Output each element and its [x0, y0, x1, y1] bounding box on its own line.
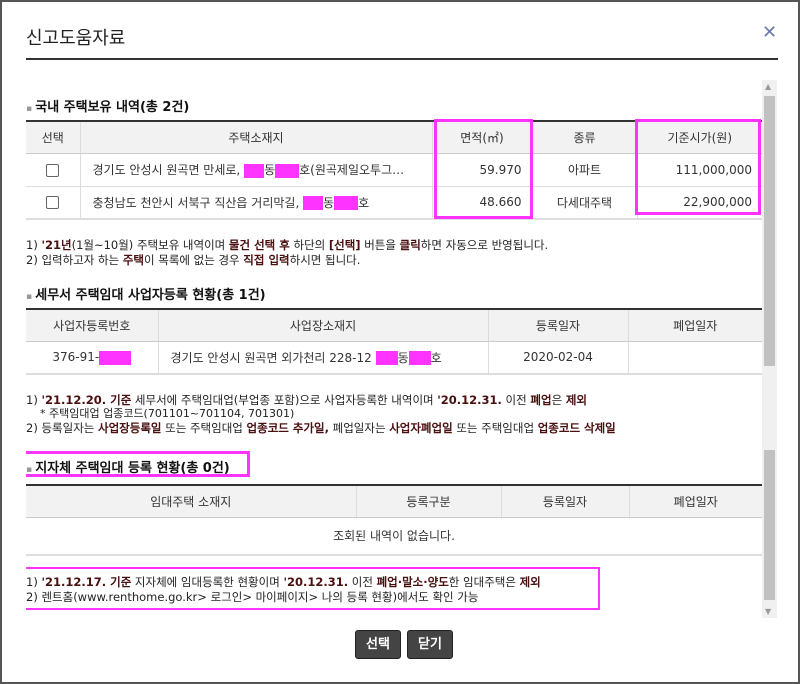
- col-header: 등록일자: [487, 309, 628, 342]
- col-header: 종류: [531, 121, 637, 154]
- address-text: 경기도 안성시 원곡면 만세로,: [92, 163, 241, 177]
- address-text: 경기도 안성시 원곡면 외가천리 228-12: [170, 350, 372, 365]
- redacted: [408, 351, 431, 366]
- table-row: 376-91- 경기도 안성시 원곡면 외가천리 228-12 동 호 2020-…: [26, 341, 762, 375]
- redacted: [244, 163, 265, 178]
- note-code: * 주택임대업 업종코드(701101~701104, 701301): [26, 407, 295, 420]
- section-heading-tax-office: 세무서 주택임대 사업자등록 현황(총 1건): [26, 284, 265, 303]
- note-1: 1) '21년(1월~10월) 주택보유 내역이며 물건 선택 후 하단의 [선…: [26, 238, 549, 252]
- closure-date: [627, 341, 762, 375]
- redacted: [334, 196, 359, 211]
- col-header: 폐업일자: [628, 485, 762, 518]
- col-header: 선택: [26, 121, 80, 154]
- row-checkbox[interactable]: [46, 196, 60, 210]
- col-header: 등록일자: [500, 485, 629, 518]
- col-header: 등록구분: [355, 485, 501, 518]
- dialog: 신고도움자료 ✕ 국내 주택보유 내역(총 2건) 선택 주택소재지 면적(㎡)…: [0, 0, 800, 684]
- highlight-area-column: [434, 119, 533, 219]
- business-registration-table: 사업자등록번호 사업장소재지 등록일자 폐업일자 376-91- 경기도 안성시…: [26, 308, 762, 375]
- dialog-title: 신고도움자료: [26, 28, 126, 49]
- note-2: 2) 입력하고자 하는 주택이 목록에 없는 경우 직접 입력하시면 됩니다.: [26, 253, 361, 267]
- note-1: 1) '21.12.17. 기준 지자체에 임대등록한 현황이며 '20.12.…: [26, 575, 541, 589]
- scrollbar-thumb[interactable]: [764, 96, 775, 366]
- address-text: 동: [397, 350, 409, 365]
- highlight-section-heading: [26, 451, 250, 477]
- select-button[interactable]: 선택: [355, 630, 401, 659]
- col-header: 폐업일자: [627, 309, 762, 342]
- address-text: 동: [264, 163, 276, 177]
- address-text: 호: [430, 350, 442, 365]
- local-rental-table: 임대주택 소재지 등록구분 등록일자 폐업일자 조회된 내역이 없습니다.: [26, 484, 762, 556]
- note-1: 1) '21.12.20. 기준 세무서에 주택임대업(부업종 포함)으로 사업…: [26, 393, 587, 407]
- address-text: 호(원곡제일오투그…: [299, 163, 405, 177]
- close-icon[interactable]: ✕: [762, 22, 777, 43]
- content-scroll-area: 국내 주택보유 내역(총 2건) 선택 주택소재지 면적(㎡) 종류 기준시가(…: [26, 80, 778, 618]
- scrollbar-track: [764, 450, 775, 600]
- note-2: 2) 등록일자는 사업장등록일 또는 주택임대업 업종코드 추가일, 폐업일자는…: [26, 421, 616, 435]
- business-number: 376-91-: [52, 350, 100, 364]
- highlight-price-column: [635, 119, 761, 215]
- scroll-up-icon[interactable]: ▲: [765, 82, 771, 91]
- redacted: [375, 351, 398, 366]
- type-cell: 아파트: [531, 153, 637, 187]
- note-2: 2) 렌트홈(www.renthome.go.kr> 로그인> 마이페이지> 나…: [26, 590, 479, 604]
- redacted: [99, 350, 132, 365]
- row-checkbox[interactable]: [46, 163, 60, 177]
- type-cell: 다세대주택: [531, 186, 637, 220]
- col-header: 사업장소재지: [157, 309, 488, 342]
- vertical-scrollbar[interactable]: ▲ ▼: [762, 80, 777, 618]
- col-header: 주택소재지: [79, 121, 432, 154]
- address-text: 호: [358, 195, 370, 210]
- section-heading-domestic-housing: 국내 주택보유 내역(총 2건): [26, 96, 189, 115]
- address-text: 동: [323, 195, 335, 210]
- redacted: [303, 196, 324, 211]
- redacted: [275, 163, 300, 178]
- empty-message: 조회된 내역이 없습니다.: [26, 517, 762, 556]
- registration-date: 2020-02-04: [487, 341, 628, 375]
- address-text: 충청남도 천안시 서북구 직산읍 거리막길,: [92, 195, 300, 210]
- divider: [26, 58, 778, 60]
- col-header: 사업자등록번호: [26, 309, 158, 342]
- col-header: 임대주택 소재지: [26, 485, 356, 518]
- close-button[interactable]: 닫기: [407, 630, 453, 659]
- scroll-down-icon[interactable]: ▼: [765, 607, 771, 616]
